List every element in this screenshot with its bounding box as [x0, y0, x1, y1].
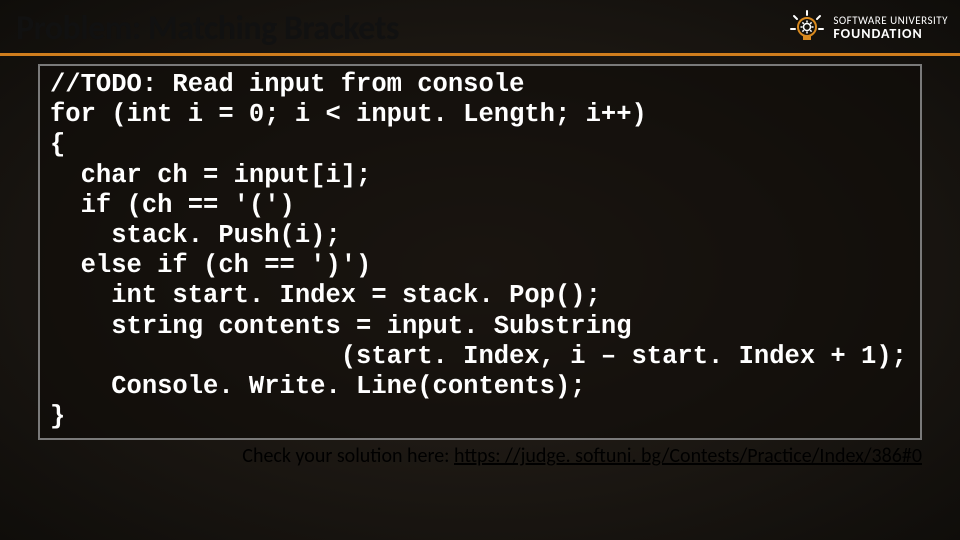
- code-line: char ch = input[i];: [50, 161, 371, 190]
- code-line: string contents = input. Substring: [50, 312, 632, 341]
- code-line: }: [50, 402, 65, 431]
- lightbulb-gear-icon: [787, 9, 827, 49]
- title-underline: [0, 53, 960, 56]
- code-line: for (int i = 0; i < input. Length; i++): [50, 100, 647, 129]
- brand-logo: SOFTWARE UNIVERSITY FOUNDATION: [787, 9, 948, 49]
- code-snippet: //TODO: Read input from console for (int…: [38, 64, 922, 440]
- code-line: {: [50, 130, 65, 159]
- footer-note: Check your solution here: https: //judge…: [0, 444, 922, 468]
- brand-line2: FOUNDATION: [833, 27, 948, 42]
- code-line: stack. Push(i);: [50, 221, 341, 250]
- code-line: (start. Index, i – start. Index + 1);: [50, 342, 907, 371]
- footer-prefix: Check your solution here:: [242, 444, 454, 468]
- code-line: int start. Index = stack. Pop();: [50, 281, 601, 310]
- code-line: //TODO: Read input from console: [50, 70, 524, 99]
- solution-link[interactable]: https: //judge. softuni. bg/Contests/Pra…: [454, 444, 922, 468]
- code-line: else if (ch == ')'): [50, 251, 371, 280]
- code-line: Console. Write. Line(contents);: [50, 372, 586, 401]
- slide-header: Problem: Matching Brackets SOFTWARE UNIV…: [0, 0, 960, 49]
- code-line: if (ch == '('): [50, 191, 295, 220]
- brand-text: SOFTWARE UNIVERSITY FOUNDATION: [833, 15, 948, 41]
- page-title: Problem: Matching Brackets: [16, 8, 399, 49]
